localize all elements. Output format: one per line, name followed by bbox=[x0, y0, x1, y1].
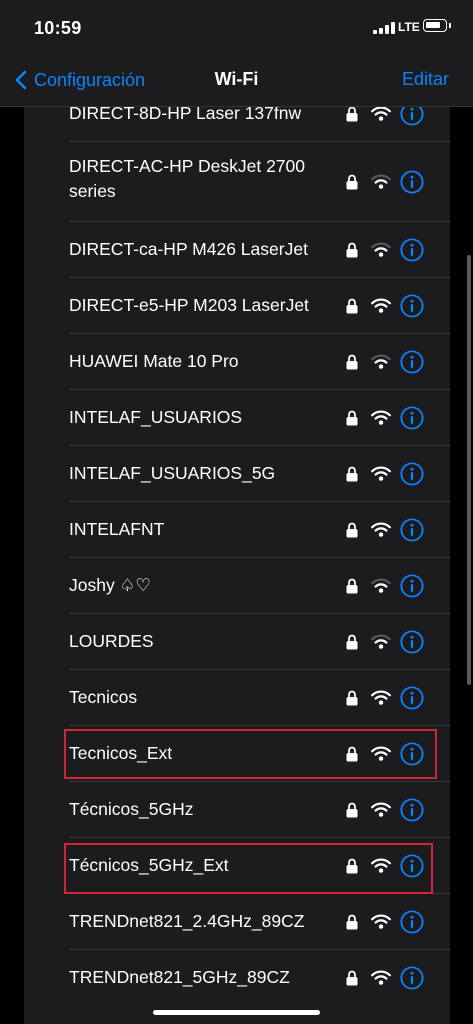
network-name: HUAWEI Mate 10 Pro bbox=[69, 351, 239, 371]
lock-icon bbox=[346, 914, 358, 930]
lock-icon bbox=[346, 578, 358, 594]
network-row[interactable]: Tecnicos bbox=[24, 670, 450, 726]
lock-icon bbox=[346, 746, 358, 762]
network-name: Tecnicos_Ext bbox=[69, 743, 173, 763]
info-icon[interactable] bbox=[400, 630, 424, 654]
lock-icon bbox=[346, 466, 358, 482]
network-name: Joshy ♤♡ bbox=[69, 575, 151, 595]
network-row[interactable]: DIRECT-ca-HP M426 LaserJet bbox=[24, 222, 450, 278]
lock-icon bbox=[346, 970, 358, 986]
wifi-signal-icon bbox=[371, 410, 391, 425]
network-row[interactable]: DIRECT-e5-HP M203 LaserJet bbox=[24, 278, 450, 334]
chevron-left-icon bbox=[15, 70, 27, 90]
info-icon[interactable] bbox=[400, 294, 424, 318]
network-row[interactable]: Técnicos_5GHz bbox=[24, 782, 450, 838]
network-name: TRENDnet821_5GHz_89CZ bbox=[69, 967, 290, 987]
lock-icon bbox=[346, 410, 358, 426]
info-icon[interactable] bbox=[400, 798, 424, 822]
back-label: Configuración bbox=[34, 69, 146, 90]
lock-icon bbox=[346, 106, 358, 122]
info-icon[interactable] bbox=[400, 170, 424, 194]
back-button[interactable]: Configuración bbox=[12, 66, 145, 94]
info-icon[interactable] bbox=[400, 406, 424, 430]
info-icon[interactable] bbox=[400, 518, 424, 542]
wifi-signal-icon bbox=[371, 106, 391, 121]
network-row[interactable]: Técnicos_5GHz_Ext bbox=[24, 838, 450, 894]
lock-icon bbox=[346, 298, 358, 314]
battery-tip bbox=[449, 23, 451, 28]
wifi-signal-icon bbox=[371, 354, 391, 369]
network-row[interactable]: TRENDnet821_5GHz_89CZ bbox=[24, 950, 450, 1006]
cellular-signal-icon bbox=[373, 22, 395, 34]
status-bar: 10:59 LTE bbox=[0, 0, 473, 52]
network-row[interactable]: LOURDES bbox=[24, 614, 450, 670]
lock-icon bbox=[346, 354, 358, 370]
network-name: DIRECT-AC-HP DeskJet 2700 series bbox=[69, 156, 306, 201]
network-row[interactable]: Tecnicos_Ext bbox=[24, 726, 450, 782]
lock-icon bbox=[346, 802, 358, 818]
network-name: Técnicos_5GHz_Ext bbox=[69, 855, 229, 875]
info-icon[interactable] bbox=[400, 350, 424, 374]
network-name: DIRECT-ca-HP M426 LaserJet bbox=[69, 239, 308, 259]
wifi-signal-icon bbox=[371, 466, 391, 481]
wifi-signal-icon bbox=[371, 634, 391, 649]
wifi-signal-icon bbox=[371, 690, 391, 705]
info-icon[interactable] bbox=[400, 910, 424, 934]
lock-icon bbox=[346, 242, 358, 258]
info-icon[interactable] bbox=[400, 742, 424, 766]
wifi-signal-icon bbox=[371, 914, 391, 929]
network-name: LOURDES bbox=[69, 631, 154, 651]
wifi-signal-icon bbox=[371, 174, 391, 189]
network-row[interactable]: TRENDnet821_2.4GHz_89CZ bbox=[24, 894, 450, 950]
network-row[interactable]: HUAWEI Mate 10 Pro bbox=[24, 334, 450, 390]
network-name: INTELAFNT bbox=[69, 519, 165, 539]
wifi-signal-icon bbox=[371, 578, 391, 593]
wifi-signal-icon bbox=[371, 970, 391, 985]
navigation-bar: Configuración Wi-Fi Editar bbox=[0, 52, 473, 107]
edit-button[interactable]: Editar bbox=[402, 69, 449, 90]
lock-icon bbox=[346, 858, 358, 874]
home-indicator[interactable] bbox=[153, 1010, 320, 1015]
wifi-signal-icon bbox=[371, 858, 391, 873]
battery-icon bbox=[423, 19, 447, 32]
info-icon[interactable] bbox=[400, 854, 424, 878]
network-type-label: LTE bbox=[398, 20, 420, 34]
network-name: TRENDnet821_2.4GHz_89CZ bbox=[69, 911, 305, 931]
info-icon[interactable] bbox=[400, 462, 424, 486]
info-icon[interactable] bbox=[400, 238, 424, 262]
network-name: DIRECT-e5-HP M203 LaserJet bbox=[69, 295, 309, 315]
network-row[interactable]: INTELAF_USUARIOS_5G bbox=[24, 446, 450, 502]
lock-icon bbox=[346, 522, 358, 538]
wifi-signal-icon bbox=[371, 522, 391, 537]
network-row[interactable]: INTELAFNT bbox=[24, 502, 450, 558]
info-icon[interactable] bbox=[400, 966, 424, 990]
wifi-signal-icon bbox=[371, 242, 391, 257]
network-name: INTELAF_USUARIOS_5G bbox=[69, 463, 276, 483]
scroll-indicator[interactable] bbox=[467, 255, 471, 685]
lock-icon bbox=[346, 690, 358, 706]
network-row[interactable]: Joshy ♤♡ bbox=[24, 558, 450, 614]
network-name: INTELAF_USUARIOS bbox=[69, 407, 243, 427]
info-icon[interactable] bbox=[400, 574, 424, 598]
lock-icon bbox=[346, 174, 358, 190]
wifi-signal-icon bbox=[371, 802, 391, 817]
network-name: Técnicos_5GHz bbox=[69, 799, 194, 819]
lock-icon bbox=[346, 634, 358, 650]
wifi-signal-icon bbox=[371, 298, 391, 313]
info-icon[interactable] bbox=[400, 686, 424, 710]
network-name: Tecnicos bbox=[69, 687, 138, 707]
network-row[interactable]: INTELAF_USUARIOS bbox=[24, 390, 450, 446]
wifi-signal-icon bbox=[371, 746, 391, 761]
network-row[interactable]: DIRECT-AC-HP DeskJet 2700 series bbox=[24, 142, 450, 222]
status-time: 10:59 bbox=[34, 18, 82, 38]
